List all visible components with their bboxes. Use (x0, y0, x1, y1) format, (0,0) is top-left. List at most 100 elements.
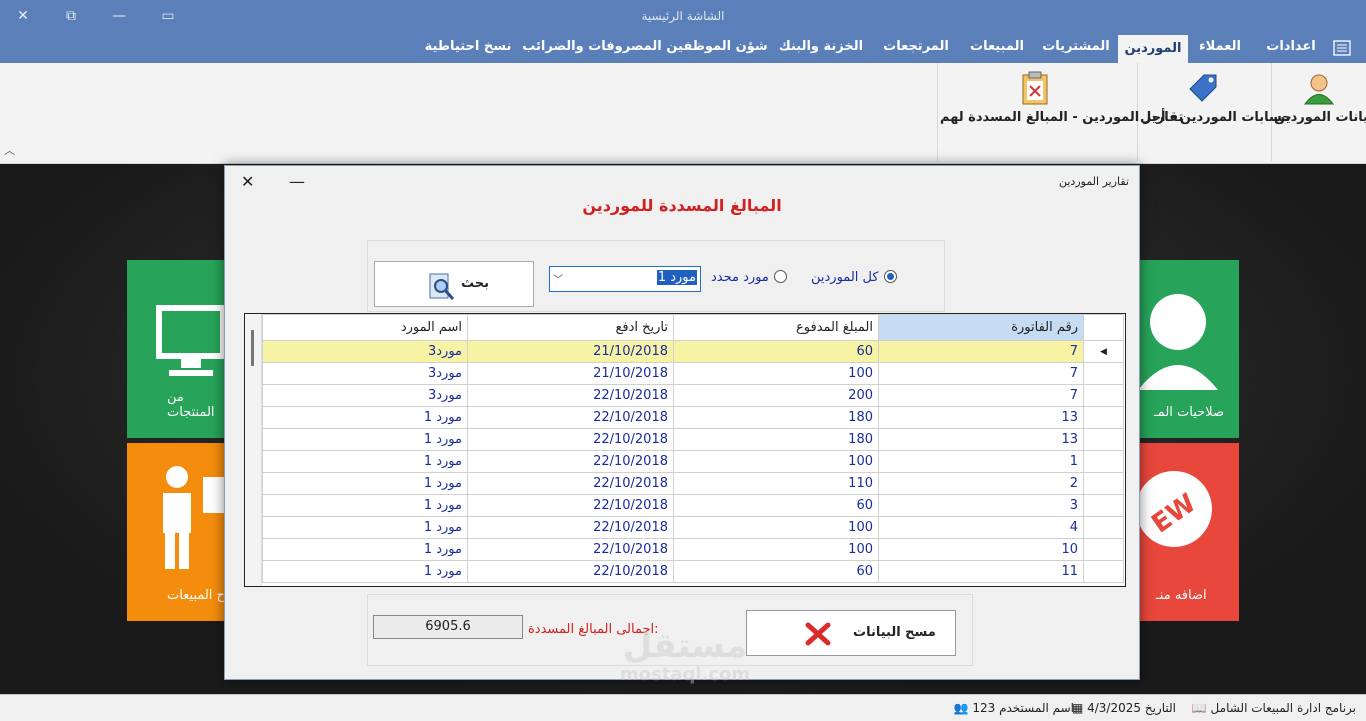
cell-supplier[interactable]: مورد3 (262, 340, 468, 363)
table-row[interactable]: مورد 1 22/10/2018 180 13 (262, 406, 1124, 429)
row-header[interactable] (1083, 472, 1124, 495)
cell-supplier[interactable]: مورد 1 (262, 428, 468, 451)
tab-settings[interactable]: اعدادات (1258, 33, 1324, 63)
cell-date[interactable]: 22/10/2018 (467, 472, 674, 495)
cell-amount[interactable]: 100 (673, 538, 879, 561)
row-header[interactable] (1083, 450, 1124, 473)
cell-supplier[interactable]: مورد 1 (262, 472, 468, 495)
dialog-minimize-icon[interactable]: — (289, 172, 305, 191)
table-row[interactable]: مورد3 21/10/2018 60 7 ◀ (262, 340, 1124, 363)
cell-invoice[interactable]: 4 (878, 516, 1084, 539)
cell-date[interactable]: 22/10/2018 (467, 406, 674, 429)
tab-purchases[interactable]: المشتريات (1036, 33, 1116, 63)
scrollbar-thumb[interactable] (251, 330, 254, 366)
help-icon[interactable]: ▭ (157, 6, 179, 26)
cell-amount[interactable]: 100 (673, 516, 879, 539)
close-icon[interactable]: ✕ (12, 6, 34, 26)
row-header[interactable] (1083, 494, 1124, 517)
radio-all-suppliers[interactable]: كل الموردين (811, 270, 897, 288)
menu-icon[interactable] (1333, 40, 1351, 56)
row-header[interactable] (1083, 362, 1124, 385)
cell-invoice[interactable]: 13 (878, 428, 1084, 451)
table-row[interactable]: مورد 1 22/10/2018 60 11 (262, 560, 1124, 583)
cell-invoice[interactable]: 7 (878, 384, 1084, 407)
dialog-close-icon[interactable]: ✕ (241, 172, 254, 191)
cell-supplier[interactable]: مورد 1 (262, 560, 468, 583)
cell-amount[interactable]: 180 (673, 406, 879, 429)
cell-invoice[interactable]: 2 (878, 472, 1084, 495)
row-header[interactable] (1083, 384, 1124, 407)
tab-sales[interactable]: المبيعات (960, 33, 1034, 63)
tile-products[interactable]: من المنتجات (127, 260, 225, 438)
cell-supplier[interactable]: مورد 1 (262, 538, 468, 561)
cell-amount[interactable]: 60 (673, 494, 879, 517)
cell-supplier[interactable]: مورد3 (262, 384, 468, 407)
cell-amount[interactable]: 100 (673, 450, 879, 473)
table-row[interactable]: مورد 1 22/10/2018 100 1 (262, 450, 1124, 473)
tile-permissions[interactable]: صلاحيات المـ (1138, 260, 1239, 438)
cell-date[interactable]: 22/10/2018 (467, 516, 674, 539)
cell-supplier[interactable]: مورد 1 (262, 494, 468, 517)
tab-suppliers[interactable]: الموردين (1118, 35, 1188, 63)
cell-amount[interactable]: 60 (673, 340, 879, 363)
cell-supplier[interactable]: مورد 1 (262, 450, 468, 473)
table-row[interactable]: مورد 1 22/10/2018 60 3 (262, 494, 1124, 517)
table-row[interactable]: مورد 1 22/10/2018 100 4 (262, 516, 1124, 539)
cell-invoice[interactable]: 7 (878, 362, 1084, 385)
cell-date[interactable]: 22/10/2018 (467, 494, 674, 517)
cell-invoice[interactable]: 3 (878, 494, 1084, 517)
cell-date[interactable]: 22/10/2018 (467, 384, 674, 407)
grid-scrollbar[interactable] (245, 314, 262, 586)
cell-amount[interactable]: 200 (673, 384, 879, 407)
supplier-reports-button[interactable]: تقارير الموردين - المبالغ المسددة لهم (940, 63, 1183, 163)
row-header[interactable] (1083, 516, 1124, 539)
cell-date[interactable]: 22/10/2018 (467, 560, 674, 583)
tile-add[interactable]: EW اضافه منـ (1138, 443, 1239, 621)
column-pay-date[interactable]: تاريخ ادفع (467, 314, 674, 341)
tab-returns[interactable]: المرتجعات (874, 33, 958, 63)
cell-supplier[interactable]: مورد 1 (262, 406, 468, 429)
row-header[interactable] (1083, 406, 1124, 429)
cell-amount[interactable]: 60 (673, 560, 879, 583)
cell-amount[interactable]: 110 (673, 472, 879, 495)
cell-amount[interactable]: 180 (673, 428, 879, 451)
cell-supplier[interactable]: مورد 1 (262, 516, 468, 539)
row-header[interactable] (1083, 428, 1124, 451)
tab-treasury-bank[interactable]: الخزنة والبنك (770, 33, 872, 63)
table-row[interactable]: مورد 1 22/10/2018 110 2 (262, 472, 1124, 495)
table-row[interactable]: مورد 1 22/10/2018 180 13 (262, 428, 1124, 451)
minimize-icon[interactable]: — (108, 6, 130, 26)
column-invoice-number[interactable]: رقم الفاتورة (878, 314, 1084, 341)
cell-invoice[interactable]: 7 (878, 340, 1084, 363)
row-header[interactable] (1083, 560, 1124, 583)
table-row[interactable]: مورد 1 22/10/2018 100 10 (262, 538, 1124, 561)
cell-supplier[interactable]: مورد3 (262, 362, 468, 385)
column-amount-paid[interactable]: المبلغ المدفوع (673, 314, 879, 341)
cell-date[interactable]: 22/10/2018 (467, 538, 674, 561)
collapse-ribbon-icon[interactable]: ︿ (4, 142, 15, 158)
search-button[interactable]: بحث (374, 261, 534, 307)
cell-invoice[interactable]: 1 (878, 450, 1084, 473)
tab-customers[interactable]: العملاء (1190, 33, 1250, 63)
column-supplier-name[interactable]: اسم المورد (262, 314, 468, 341)
table-row[interactable]: مورد3 22/10/2018 200 7 (262, 384, 1124, 407)
tab-expenses-taxes[interactable]: المصروفات والضرائب (520, 33, 664, 63)
payments-grid[interactable]: اسم المورد تاريخ ادفع المبلغ المدفوع رقم… (244, 313, 1126, 587)
cell-date[interactable]: 21/10/2018 (467, 362, 674, 385)
restore-icon[interactable]: ⧉ (60, 6, 82, 26)
cell-date[interactable]: 22/10/2018 (467, 450, 674, 473)
tab-backups[interactable]: نسخ احتياطية (418, 33, 518, 63)
cell-amount[interactable]: 100 (673, 362, 879, 385)
cell-date[interactable]: 21/10/2018 (467, 340, 674, 363)
cell-date[interactable]: 22/10/2018 (467, 428, 674, 451)
table-row[interactable]: مورد3 21/10/2018 100 7 (262, 362, 1124, 385)
cell-invoice[interactable]: 11 (878, 560, 1084, 583)
clear-data-button[interactable]: مسح البيانات (746, 610, 956, 656)
tab-employees[interactable]: شؤن الموظفين (666, 33, 768, 63)
radio-specific-supplier[interactable]: مورد محدد (711, 270, 787, 288)
current-row-arrow-icon[interactable]: ◀ (1083, 340, 1124, 363)
cell-invoice[interactable]: 13 (878, 406, 1084, 429)
tile-sales[interactable]: ح المبيعات (127, 443, 225, 621)
cell-invoice[interactable]: 10 (878, 538, 1084, 561)
row-header[interactable] (1083, 538, 1124, 561)
